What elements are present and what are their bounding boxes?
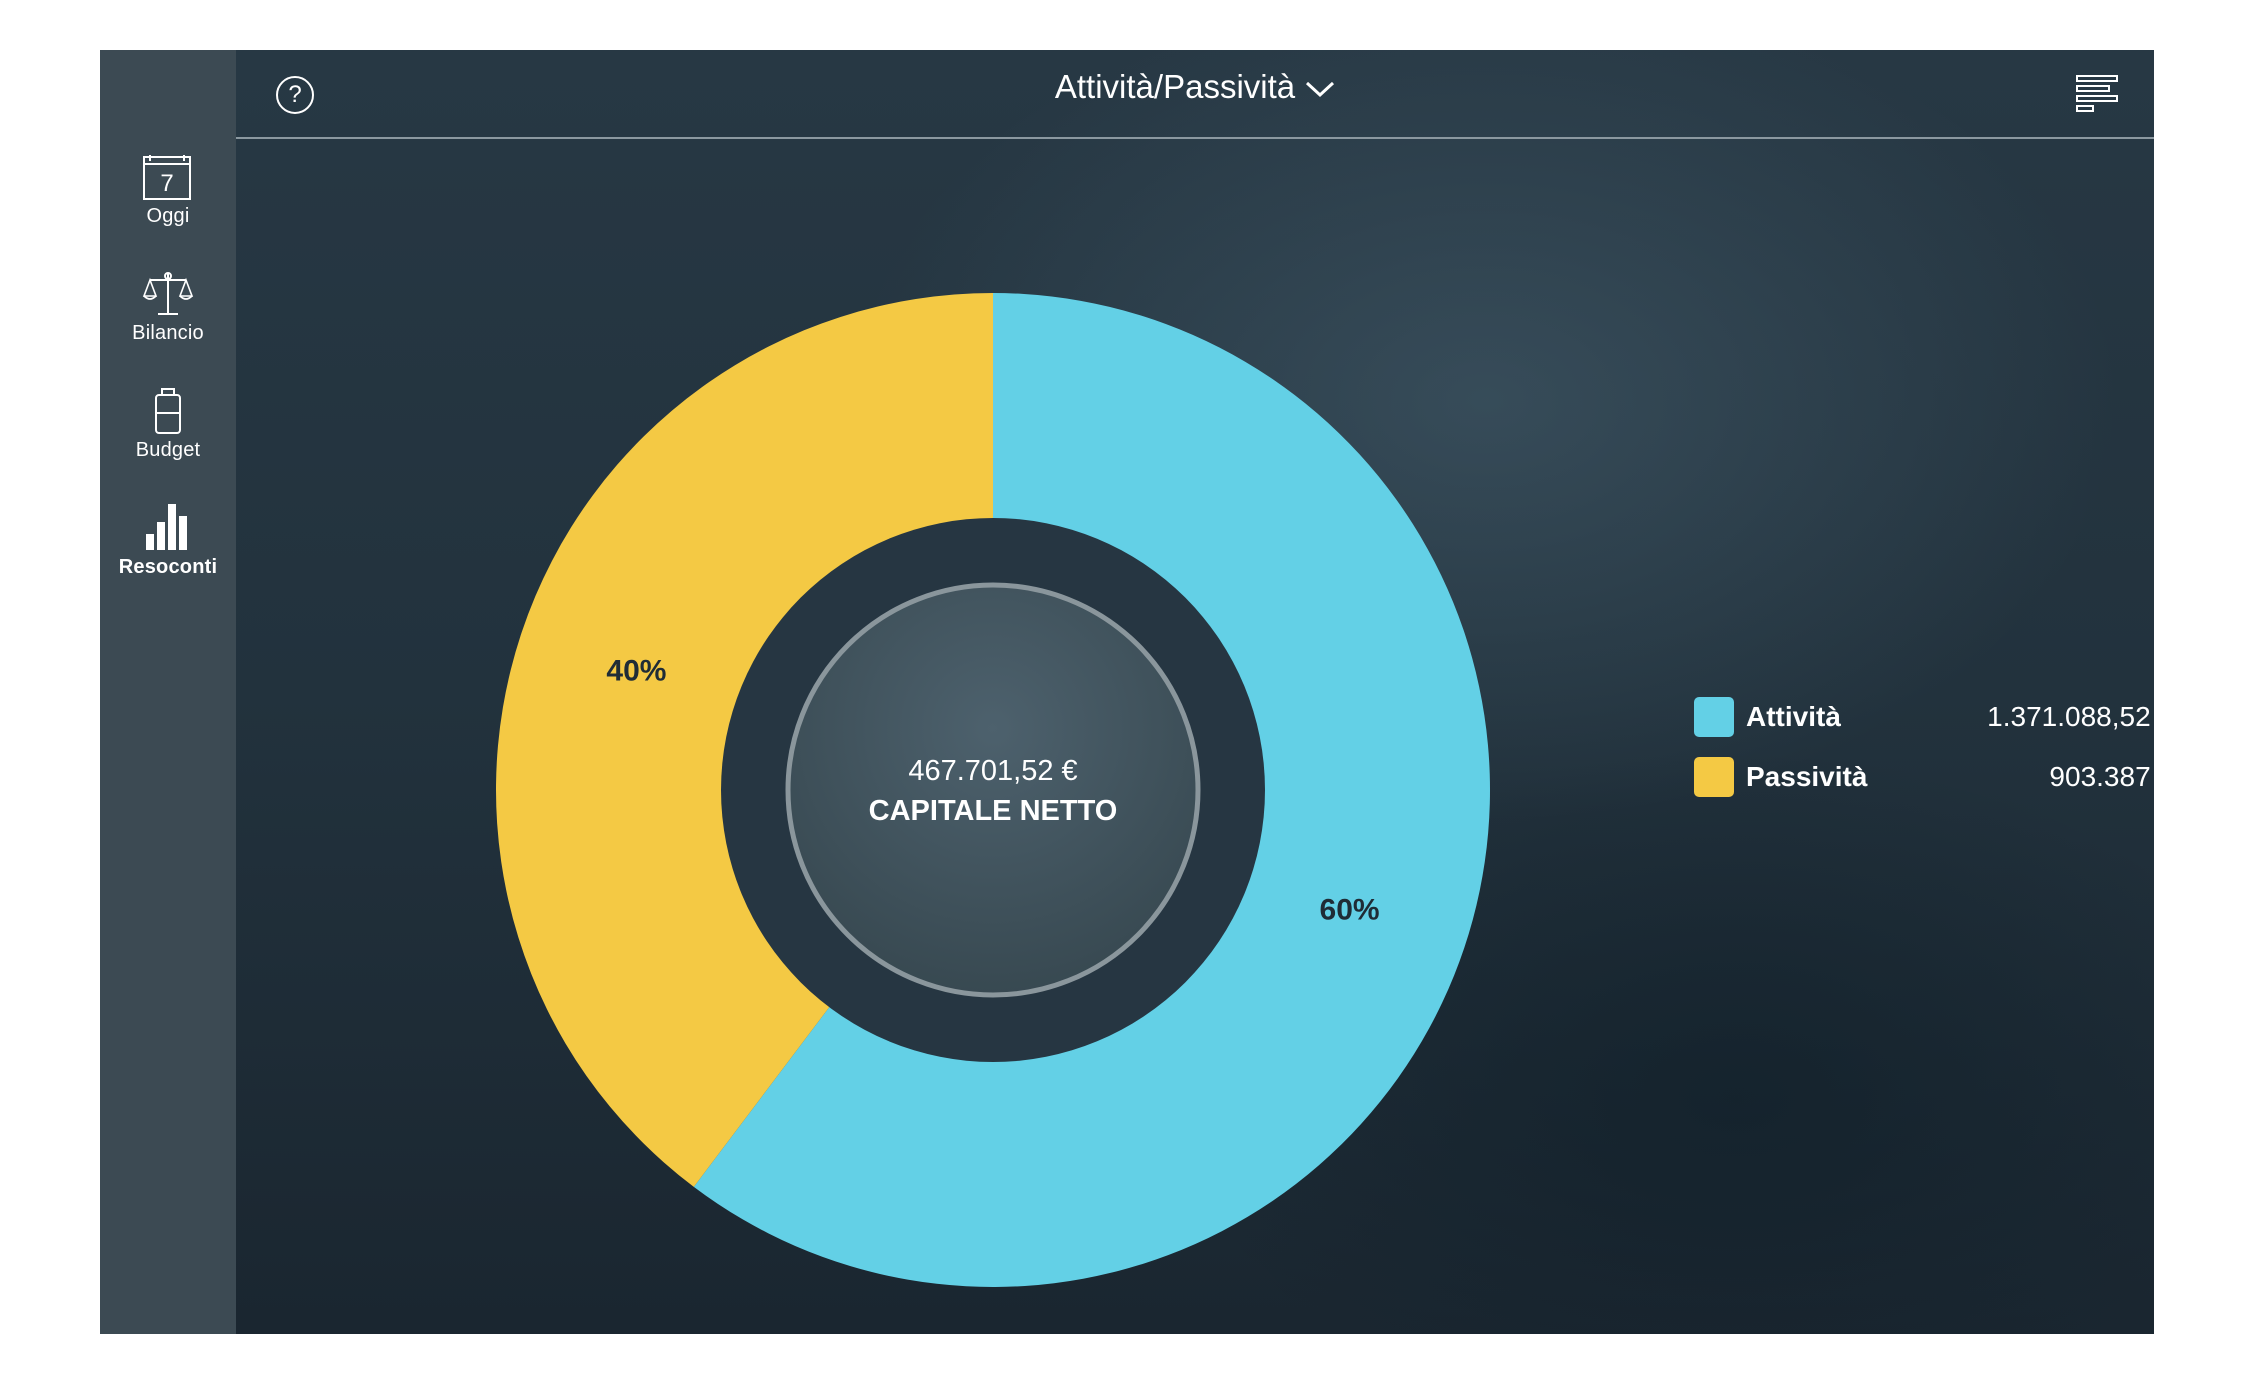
scales-icon [138,262,198,318]
sidebar-item-label: Oggi [146,205,190,227]
chart-legend: Attività 1.371.088,52 € Passività 903.38… [1694,687,2154,807]
sidebar: 7 Oggi Bilancio Budget Resoconti [100,50,236,1334]
legend-swatch [1694,757,1734,797]
legend-item-assets[interactable]: Attività 1.371.088,52 € [1694,687,2154,747]
donut-chart: 467.701,52 € CAPITALE NETTO 60% 40% [495,293,1490,1287]
bar-chart-icon [138,496,198,552]
legend-label: Attività [1746,701,1841,732]
sidebar-item-bilancio[interactable]: Bilancio [100,262,236,362]
net-worth-amount: 467.701,52 € [908,755,1077,787]
list-icon[interactable] [2076,74,2118,114]
net-worth-label: CAPITALE NETTO [869,795,1118,827]
legend-swatch [1694,697,1734,737]
slice-percent-label: 60% [1320,893,1380,926]
center-disc [785,582,1201,998]
legend-item-liabilities[interactable]: Passività 903.387 € [1694,747,2154,807]
sidebar-item-label: Resoconti [118,556,218,578]
sidebar-item-resoconti[interactable]: Resoconti [100,496,236,596]
calendar-icon: 7 [138,145,198,201]
sidebar-item-budget[interactable]: Budget [100,379,236,479]
sidebar-item-label: Budget [135,439,201,461]
calendar-day: 7 [160,170,173,197]
main-area: ? Attività/Passività 467.701,52 € CAPITA… [236,50,2154,1334]
sidebar-item-oggi[interactable]: 7 Oggi [100,145,236,245]
app-window: 7 Oggi Bilancio Budget Resoconti ? Attiv… [100,50,2154,1334]
sidebar-item-label: Bilancio [132,322,204,344]
legend-label: Passività [1746,761,1868,792]
jar-icon [138,379,198,435]
legend-value: 903.387 € [2049,761,2154,792]
legend-value: 1.371.088,52 € [1987,701,2154,732]
slice-percent-label: 40% [606,655,666,688]
